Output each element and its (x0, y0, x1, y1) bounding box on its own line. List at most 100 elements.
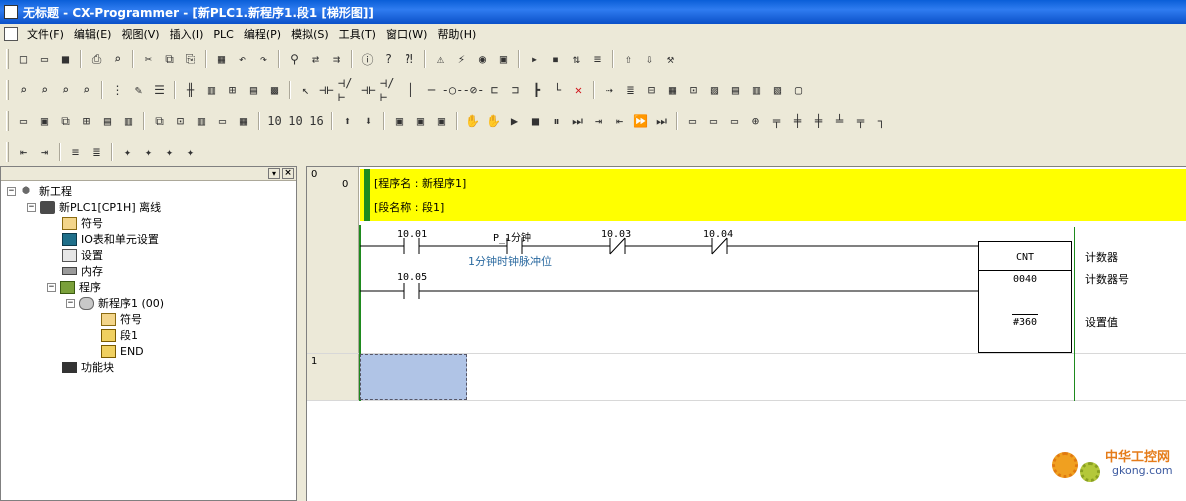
addr-icon[interactable]: ▦ (663, 81, 682, 100)
tree-io-table[interactable]: IO表和单元设置 (62, 231, 159, 247)
tree-function-blocks[interactable]: 功能块 (62, 359, 114, 375)
sfc10-icon[interactable]: ┐ (872, 112, 891, 131)
transfer-icon[interactable]: ⇅ (567, 50, 586, 69)
window-icon[interactable]: ▭ (14, 112, 33, 131)
bit-icon[interactable]: ┣ (527, 81, 546, 100)
align-icon[interactable]: ≡ (66, 143, 85, 162)
tree-section[interactable]: 段1 (101, 327, 138, 343)
sfc5-icon[interactable]: ╤ (767, 112, 786, 131)
panel-icon[interactable]: ▭ (213, 112, 232, 131)
print-icon[interactable]: ⎙ (87, 50, 106, 69)
indent-icon[interactable]: ⇤ (14, 143, 33, 162)
menu-program[interactable]: 编程(P) (239, 26, 286, 42)
zoom-out-icon[interactable]: ⌕ (56, 81, 75, 100)
cascade-icon[interactable]: ⧉ (56, 112, 75, 131)
bp2-icon[interactable]: ✦ (139, 143, 158, 162)
warning-icon[interactable]: ⚠ (431, 50, 450, 69)
redo-icon[interactable]: ↷ (254, 50, 273, 69)
hand2-icon[interactable]: ✋ (484, 112, 503, 131)
menu-plc[interactable]: PLC (208, 28, 238, 41)
cxt-icon[interactable]: ▩ (265, 81, 284, 100)
grid-icon[interactable]: ⋮ (108, 81, 127, 100)
sfc8-icon[interactable]: ╧ (830, 112, 849, 131)
toolbar-grip[interactable] (6, 49, 9, 69)
cut-icon[interactable]: ✂ (139, 50, 158, 69)
align2-icon[interactable]: ≣ (87, 143, 106, 162)
menu-insert[interactable]: 插入(I) (165, 26, 209, 42)
arrange-icon[interactable]: ⊞ (77, 112, 96, 131)
doc-icon[interactable] (4, 27, 18, 41)
copy-icon[interactable]: ⧉ (160, 50, 179, 69)
plc-mode-icon[interactable]: ▣ (494, 50, 513, 69)
ladder-view-icon[interactable]: ╫ (181, 81, 200, 100)
horizontal-icon[interactable]: ─ (422, 81, 441, 100)
num16-icon[interactable]: 16 (307, 112, 326, 131)
info-icon[interactable]: ⓘ (358, 50, 377, 69)
toolbar-grip[interactable] (6, 80, 9, 100)
tree-programs[interactable]: − 程序 (47, 279, 101, 295)
bp4-icon[interactable]: ✦ (181, 143, 200, 162)
stop-icon[interactable]: ▪ (546, 50, 565, 69)
contact-address[interactable]: 10.05 (397, 272, 427, 283)
monitor-icon[interactable]: ◉ (473, 50, 492, 69)
save-icon[interactable]: ■ (56, 50, 75, 69)
sim-icon[interactable]: ▣ (390, 112, 409, 131)
num10-icon[interactable]: 10 (265, 112, 284, 131)
menu-help[interactable]: 帮助(H) (432, 26, 481, 42)
replace-icon[interactable]: ⇄ (306, 50, 325, 69)
menu-simulate[interactable]: 模拟(S) (286, 26, 334, 42)
block-icon[interactable]: ▥ (202, 81, 221, 100)
monitor-win-icon[interactable]: ▥ (119, 112, 138, 131)
undo-icon[interactable]: ↶ (233, 50, 252, 69)
mnemonic-icon[interactable]: ▤ (244, 81, 263, 100)
sfc9-icon[interactable]: ╤ (851, 112, 870, 131)
sim2-icon[interactable]: ▣ (411, 112, 430, 131)
sfc4-icon[interactable]: ⊕ (746, 112, 765, 131)
pin-icon[interactable]: ▾ (268, 168, 280, 179)
coil-icon[interactable]: -○- (442, 81, 464, 100)
diff-icon[interactable]: ▧ (768, 81, 787, 100)
cnt-instruction-block[interactable]: CNT 0040 #360 (978, 241, 1072, 353)
toolbar-grip[interactable] (6, 142, 9, 162)
collapse-icon[interactable]: − (7, 186, 16, 196)
tree-task[interactable]: − 新程序1 (00) (66, 295, 164, 311)
sfc2-icon[interactable]: ▭ (704, 112, 723, 131)
tree-settings[interactable]: 设置 (62, 247, 103, 263)
open-icon[interactable]: ▭ (35, 50, 54, 69)
collapse-icon[interactable]: − (66, 298, 75, 308)
instruction-operand[interactable]: 0040 (979, 274, 1071, 285)
chart-icon[interactable]: ⊡ (171, 112, 190, 131)
delete-icon[interactable]: ✕ (569, 81, 588, 100)
menu-view[interactable]: 视图(V) (116, 26, 164, 42)
tree-task-symbols[interactable]: 符号 (101, 311, 142, 327)
num10b-icon[interactable]: 10 (286, 112, 305, 131)
paste-icon[interactable]: ⎘ (181, 50, 200, 69)
sfc1-icon[interactable]: ▭ (683, 112, 702, 131)
find-next-icon[interactable]: ⇢ (600, 81, 619, 100)
tile-icon[interactable]: ▣ (35, 112, 54, 131)
new-icon[interactable]: □ (14, 50, 33, 69)
collapse-icon[interactable]: − (47, 282, 56, 292)
prop-icon[interactable]: ≣ (621, 81, 640, 100)
end-icon[interactable]: ⏭ (652, 112, 671, 131)
play-icon[interactable]: ▶ (505, 112, 524, 131)
tool-icon[interactable]: ⚒ (661, 50, 680, 69)
step-icon[interactable]: ⏭ (568, 112, 587, 131)
chg-icon[interactable]: ⊡ (684, 81, 703, 100)
menu-edit[interactable]: 编辑(E) (69, 26, 117, 42)
context-help-icon[interactable]: ⁈ (400, 50, 419, 69)
tree-symbols[interactable]: 符号 (62, 215, 103, 231)
mem-icon[interactable]: ▨ (705, 81, 724, 100)
instr-icon[interactable]: ⊐ (506, 81, 525, 100)
select-icon[interactable]: ↖ (296, 81, 315, 100)
bp3-icon[interactable]: ✦ (160, 143, 179, 162)
nc-coil-icon[interactable]: -⊘- (463, 81, 485, 100)
io-icon[interactable]: ⊟ (642, 81, 661, 100)
output-icon[interactable]: ▤ (98, 112, 117, 131)
ladder-icon[interactable]: ▥ (192, 112, 211, 131)
sim3-icon[interactable]: ▣ (432, 112, 451, 131)
vertical-icon[interactable]: │ (401, 81, 420, 100)
tree-plc[interactable]: − 新PLC1[CP1H] 离线 (27, 199, 161, 215)
tree-icon[interactable]: ⊞ (223, 81, 242, 100)
contact-address[interactable]: 10.01 (397, 229, 427, 240)
